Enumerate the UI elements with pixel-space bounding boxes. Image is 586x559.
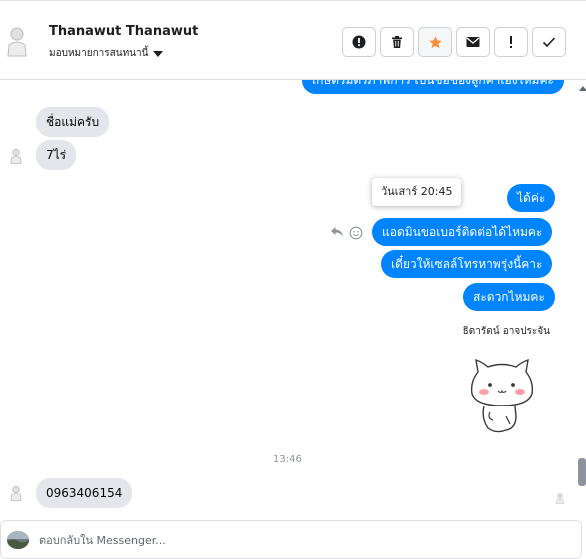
message-time-tooltip: วันเสาร์ 20:45	[372, 178, 462, 206]
incoming-message[interactable]: ชื่อแม่ครับ	[36, 107, 110, 137]
react-emoji-icon[interactable]	[349, 226, 363, 240]
page-avatar	[7, 531, 29, 549]
trash-icon	[392, 36, 402, 48]
contact-avatar-icon	[10, 148, 22, 164]
scroll-thumb[interactable]	[578, 458, 586, 486]
incoming-message[interactable]: 7ไร่	[36, 140, 77, 170]
outgoing-message[interactable]: เดี๋ยวให้เซลล์โทรหาพรุ่งนี้คาะ	[381, 250, 553, 278]
caret-down-icon	[153, 50, 164, 57]
check-icon	[542, 37, 556, 48]
mark-done-button[interactable]	[532, 27, 566, 57]
reply-composer[interactable]	[0, 520, 582, 559]
contact-name[interactable]: Thanawut Thanawut	[49, 24, 198, 39]
outgoing-message-partial[interactable]: เกษตรมิตรภาพการ เป็นชื่อของลูกค้าเองไหมค…	[302, 80, 564, 94]
exclamation-circle-icon	[352, 35, 366, 49]
message-timestamp: 13:46	[273, 454, 302, 465]
mark-unread-button[interactable]	[456, 27, 490, 57]
assign-label: มอบหมายการสนทนานี้	[49, 48, 149, 59]
spam-button[interactable]	[342, 27, 376, 57]
incoming-message[interactable]: 0963406154	[36, 478, 133, 508]
user-avatar-icon[interactable]	[6, 25, 28, 57]
reply-icon[interactable]	[330, 226, 344, 238]
exclamation-icon	[510, 36, 512, 48]
scroll-up-arrow-icon[interactable]	[579, 86, 586, 91]
conversation-header: Thanawut Thanawut มอบหมายการสนทนานี้	[0, 0, 586, 80]
envelope-icon	[466, 37, 480, 47]
reply-input[interactable]	[39, 529, 559, 551]
delete-button[interactable]	[380, 27, 414, 57]
chat-scrollbar[interactable]	[578, 80, 586, 515]
seen-avatar-icon	[556, 493, 564, 504]
outgoing-message[interactable]: ได้ค่ะ	[507, 184, 556, 212]
outgoing-message[interactable]: สะดวกไหมคะ	[463, 283, 555, 311]
star-icon	[428, 35, 442, 48]
star-button[interactable]	[418, 27, 452, 57]
assign-conversation-dropdown[interactable]: มอบหมายการสนทนานี้	[49, 46, 164, 61]
follow-up-button[interactable]	[494, 27, 528, 57]
sender-name: ธิดารัตน์ อาจประจัน	[462, 326, 550, 337]
contact-avatar-icon	[10, 485, 22, 501]
message-thread[interactable]: เกษตรมิตรภาพการ เป็นชื่อของลูกค้าเองไหมค…	[0, 80, 578, 515]
cat-sticker-image[interactable]	[466, 354, 538, 436]
outgoing-message[interactable]: แอดมินขอเบอร์ติดต่อได้ไหมคะ	[372, 218, 553, 246]
